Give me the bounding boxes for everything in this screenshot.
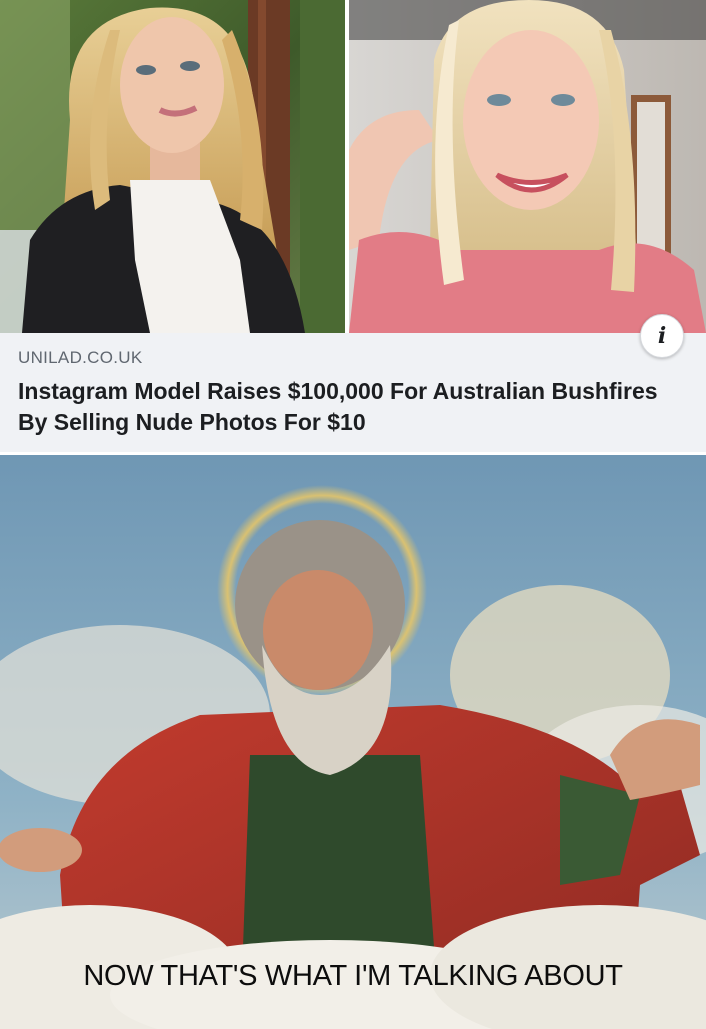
model-photo-forest [0, 0, 345, 333]
meme-page: i UNILAD.CO.UK Instagram Model Raises $1… [0, 0, 706, 1029]
news-link-card[interactable]: i UNILAD.CO.UK Instagram Model Raises $1… [0, 0, 706, 455]
link-domain: UNILAD.CO.UK [18, 348, 143, 367]
model-photo-indoor [349, 0, 706, 333]
god-meme-image [0, 455, 706, 1029]
link-preview-images [0, 0, 706, 333]
info-icon-label: i [657, 323, 667, 349]
link-headline[interactable]: Instagram Model Raises $100,000 For Aust… [18, 376, 678, 438]
info-icon[interactable]: i [640, 314, 684, 358]
meme-caption: NOW THAT'S WHAT I'M TALKING ABOUT [83, 960, 623, 992]
